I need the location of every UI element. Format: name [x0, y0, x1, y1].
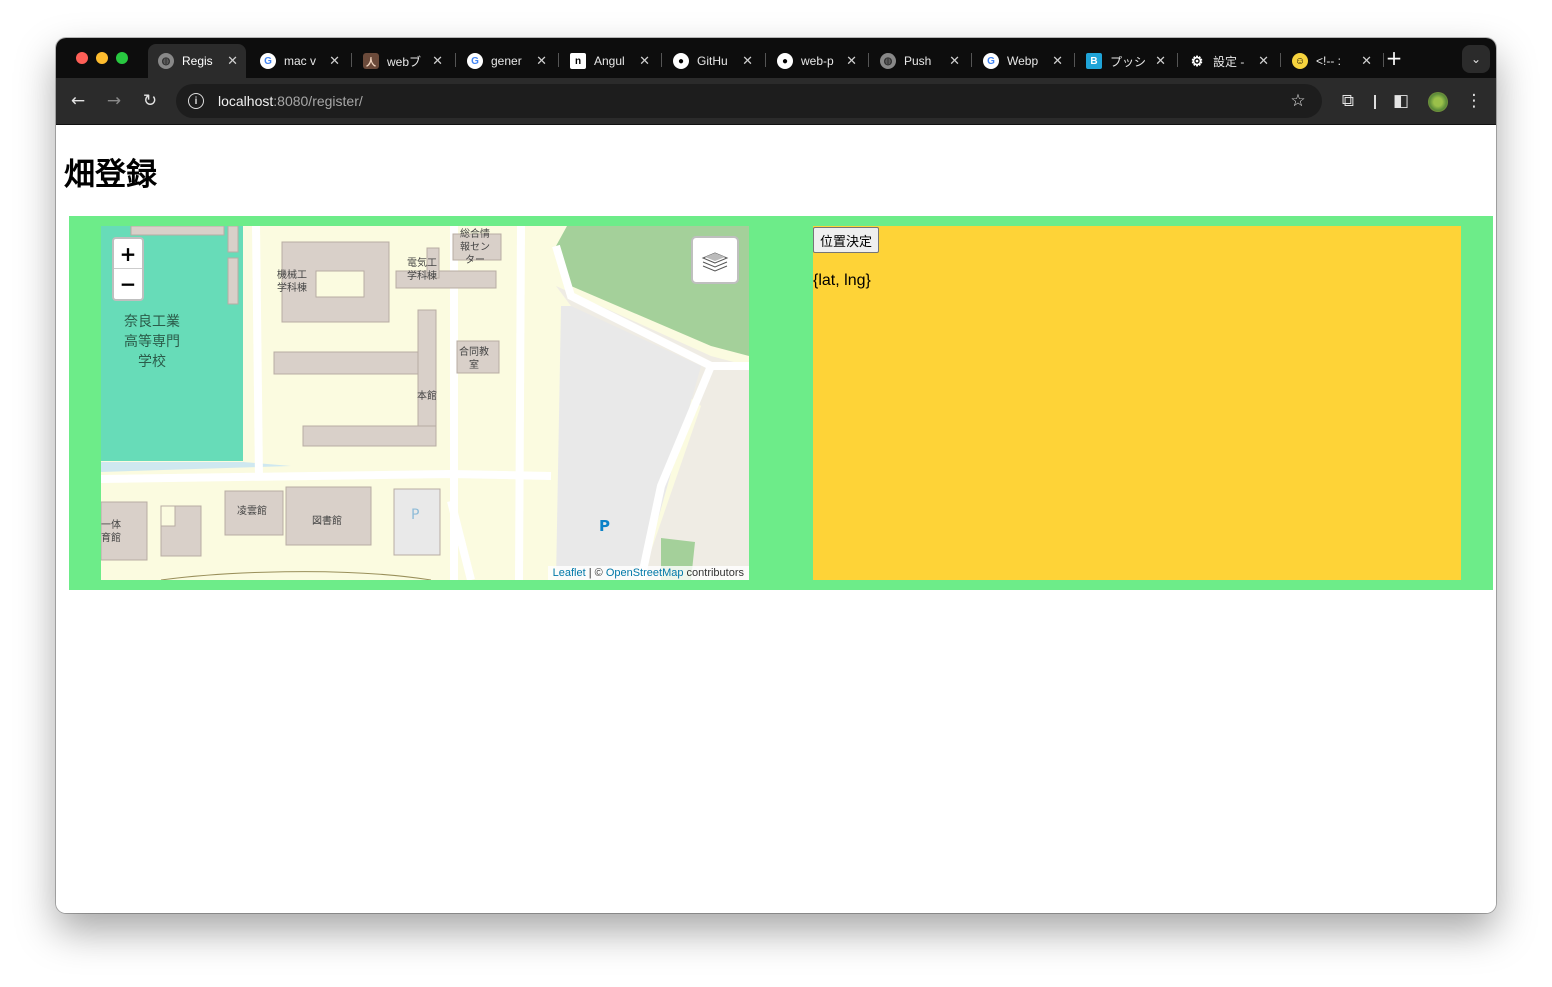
osm-link[interactable]: OpenStreetMap [606, 567, 684, 579]
register-container: 奈良工業 高等専門 学校 機械工 学科棟 電気工 学科棟 総合情 報セン ター 合同教室 本… [69, 216, 1493, 590]
tab-search-icon[interactable]: ⌄ [1462, 45, 1490, 73]
profile-avatar[interactable] [1428, 92, 1448, 112]
zoom-in-button[interactable]: + [114, 239, 142, 269]
tab-item[interactable]: G Webp ✕ [973, 44, 1071, 78]
tab-item[interactable]: ⚙ 設定 - ✕ [1179, 44, 1277, 78]
decide-location-button[interactable]: 位置決定 [813, 227, 880, 253]
forward-icon[interactable]: → [103, 90, 125, 112]
tab-register[interactable]: ◍ Regis ✕ [148, 44, 246, 78]
parking-icon: P [599, 517, 610, 535]
map-label-info: 総合情 報セン ター [460, 229, 490, 266]
map-label-school: 奈良工業 高等専門 学校 [124, 314, 180, 370]
map[interactable]: 奈良工業 高等専門 学校 機械工 学科棟 電気工 学科棟 総合情 報セン ター 合同教室 本… [101, 226, 749, 580]
tab-item[interactable]: ● web-p ✕ [767, 44, 865, 78]
zoom-control: + − [112, 237, 144, 301]
browser-window: ◍ Regis ✕ G mac v ✕ 人 webブ ✕ G gener ✕ n… [56, 38, 1496, 913]
map-label-ryoun: 凌雲館 [237, 506, 267, 517]
tab-bar: ◍ Regis ✕ G mac v ✕ 人 webブ ✕ G gener ✕ n… [56, 38, 1496, 78]
tab-item[interactable]: G mac v ✕ [250, 44, 348, 78]
map-attribution: Leaflet | © OpenStreetMap contributors [547, 566, 749, 580]
toolbar: ← → ↻ i localhost:8080/register/ ☆ ⧉ ◧ ⋮ [56, 78, 1496, 125]
google-icon: G [467, 53, 483, 69]
page-content: 畑登録 奈良工業 高等専門 学校 機械工 学科棟 電気工 学科棟 総合情 報セン… [56, 125, 1496, 913]
blog-icon: B [1086, 53, 1102, 69]
close-tab-icon[interactable]: ✕ [742, 53, 753, 69]
emoji-icon: ☺ [1292, 53, 1308, 69]
github-icon: ● [777, 53, 793, 69]
url-host: localhost [218, 93, 274, 109]
close-tab-icon[interactable]: ✕ [846, 53, 857, 69]
gear-icon: ⚙ [1190, 52, 1204, 69]
leaflet-link[interactable]: Leaflet [553, 567, 586, 579]
map-label-lecture: 合同教室 [459, 347, 489, 371]
close-tab-icon[interactable]: ✕ [536, 53, 547, 69]
tab-item[interactable]: 人 webブ ✕ [353, 44, 451, 78]
close-tab-icon[interactable]: ✕ [1361, 53, 1372, 69]
tab-item[interactable]: ◍ Push ✕ [870, 44, 968, 78]
close-tab-icon[interactable]: ✕ [432, 53, 443, 69]
globe-icon: ◍ [158, 53, 174, 69]
bookmark-star-icon[interactable]: ☆ [1287, 90, 1309, 112]
close-tab-icon[interactable]: ✕ [329, 53, 340, 69]
google-icon: G [260, 53, 276, 69]
zoom-out-button[interactable]: − [114, 269, 142, 299]
map-label-library: 図書館 [312, 516, 342, 527]
new-tab-icon[interactable]: + [1383, 46, 1405, 70]
google-icon: G [983, 53, 999, 69]
back-icon[interactable]: ← [67, 90, 89, 112]
page-title: 畑登録 [64, 157, 157, 193]
map-label-honkan: 本館 [417, 391, 437, 402]
map-label-mech: 機械工 学科棟 [277, 270, 307, 294]
zoom-window-icon[interactable] [116, 52, 128, 64]
close-tab-icon[interactable]: ✕ [949, 53, 960, 69]
site-info-icon[interactable]: i [188, 93, 204, 109]
tab-item[interactable]: ☺ <!-- : ✕ [1282, 44, 1380, 78]
url-path: :8080/register/ [273, 93, 363, 109]
tab-item[interactable]: G gener ✕ [457, 44, 555, 78]
tab-item[interactable]: ● GitHu ✕ [663, 44, 761, 78]
close-tab-icon[interactable]: ✕ [1155, 53, 1166, 69]
github-icon: ● [673, 53, 689, 69]
close-tab-icon[interactable]: ✕ [1258, 53, 1269, 69]
minimize-window-icon[interactable] [96, 52, 108, 64]
close-tab-icon[interactable]: ✕ [1052, 53, 1063, 69]
close-window-icon[interactable] [76, 52, 88, 64]
close-tab-icon[interactable]: ✕ [639, 53, 650, 69]
side-panel-icon[interactable]: ◧ [1390, 90, 1412, 112]
tab-item[interactable]: n Angul ✕ [560, 44, 658, 78]
layers-button[interactable] [691, 236, 739, 284]
extensions-icon[interactable]: ⧉ [1337, 90, 1359, 112]
map-label-ittai: 一体 育館 [101, 520, 121, 544]
coordinate-panel: 位置決定 {lat, lng} [813, 226, 1461, 580]
menu-icon[interactable]: ⋮ [1463, 90, 1485, 112]
notion-icon: n [570, 53, 586, 69]
close-tab-icon[interactable]: ✕ [227, 53, 238, 69]
parking-icon: P [411, 507, 420, 523]
coordinates-text: {lat, lng} [813, 272, 871, 289]
avatar-icon: 人 [363, 53, 379, 69]
address-bar[interactable]: i localhost:8080/register/ ☆ [176, 84, 1322, 118]
layers-icon [701, 252, 729, 272]
tab-item[interactable]: B プッシ ✕ [1076, 44, 1174, 78]
reload-icon[interactable]: ↻ [139, 90, 161, 112]
globe-icon: ◍ [880, 53, 896, 69]
map-label-elec: 電気工 学科棟 [407, 258, 437, 282]
